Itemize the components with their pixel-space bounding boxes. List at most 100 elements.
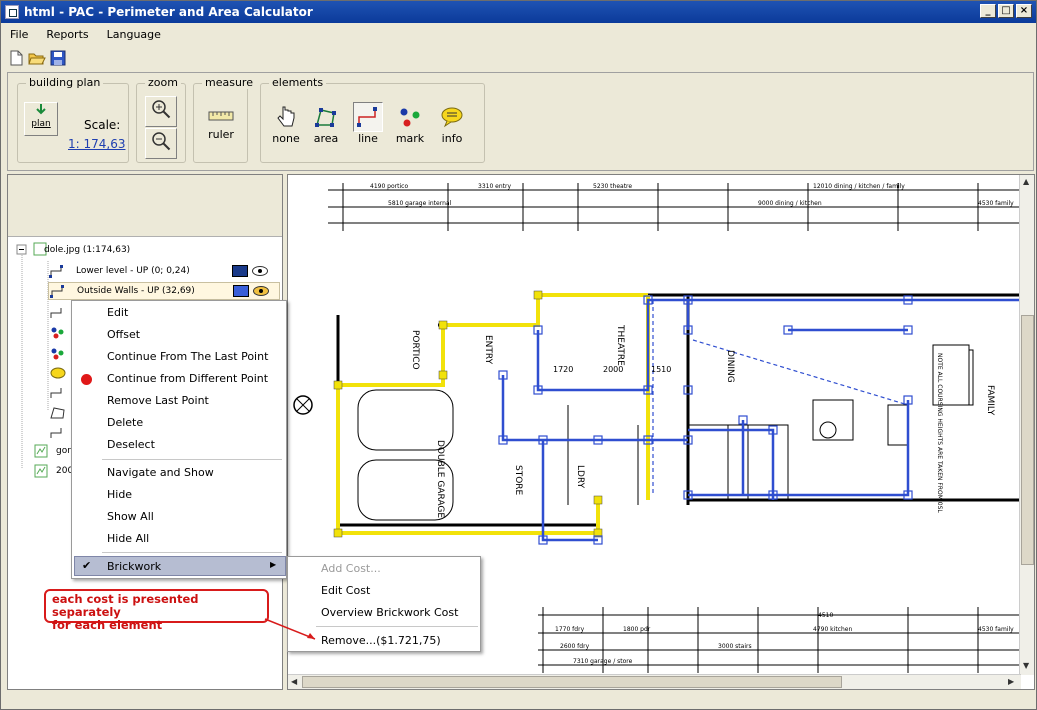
none-tool-button[interactable]: none: [267, 102, 305, 145]
callout-line-1: each cost is presented separately: [52, 592, 199, 619]
zoom-in-button[interactable]: [145, 96, 177, 127]
group-zoom: zoom: [136, 76, 186, 163]
tree-item-200[interactable]: 200: [34, 464, 73, 478]
room-label: STORE: [513, 465, 523, 496]
menu-item-deselect[interactable]: Deselect: [107, 438, 155, 451]
room-label: DOUBLE GARAGE: [435, 440, 445, 518]
menu-item-remove-last-point[interactable]: Remove Last Point: [107, 394, 209, 407]
panel-header-area: [8, 175, 282, 237]
room-label: PORTICO: [410, 330, 420, 370]
submenu-arrow-icon: ▶: [270, 560, 277, 569]
dim-label: 1800 pdr: [623, 626, 651, 633]
room-label: LDRY: [575, 465, 585, 489]
visibility-eye-icon[interactable]: [252, 266, 268, 276]
menu-item-delete[interactable]: Delete: [107, 416, 143, 429]
submenu-item-edit-cost[interactable]: Edit Cost: [321, 584, 370, 597]
vertical-scroll-thumb[interactable]: [1021, 315, 1034, 565]
tree-item-label: gor: [56, 446, 71, 456]
dim-label: 4530 family: [978, 626, 1014, 633]
open-folder-icon[interactable]: [28, 49, 46, 67]
info-tool-button[interactable]: info: [433, 102, 471, 145]
tree-item-lower-level[interactable]: Lower level - UP (0; 0,24): [48, 263, 278, 279]
color-swatch[interactable]: [233, 285, 249, 297]
dim-label: 5230 theatre: [593, 183, 632, 190]
line-tool-button[interactable]: line: [349, 102, 387, 145]
menu-item-hide[interactable]: Hide: [107, 488, 132, 501]
menu-separator: [316, 626, 478, 627]
group-title: measure: [202, 76, 256, 89]
room-label: FAMILY: [985, 385, 995, 416]
menu-item-offset[interactable]: Offset: [107, 328, 140, 341]
scroll-left-icon[interactable]: ◀: [291, 677, 297, 686]
line-polyline-icon: [357, 107, 377, 127]
window-title: html - PAC - Perimeter and Area Calculat…: [24, 5, 313, 19]
group-elements: elements none area line mark info: [260, 76, 485, 163]
dim-label: 3310 entry: [478, 183, 511, 190]
close-button[interactable]: ×: [1016, 4, 1032, 18]
vertical-scrollbar[interactable]: ▲ ▼: [1019, 175, 1034, 675]
dim-label: 2600 fdry: [560, 643, 590, 650]
line-element-icon: [50, 285, 64, 298]
submenu-item-remove-cost[interactable]: Remove...($1.721,75): [321, 634, 441, 647]
menu-separator: [102, 459, 282, 460]
submenu-item-overview-cost[interactable]: Overview Brickwork Cost: [321, 606, 458, 619]
ruler-label: ruler: [208, 128, 234, 141]
menu-reports[interactable]: Reports: [37, 28, 97, 41]
color-swatch[interactable]: [232, 265, 248, 277]
scroll-down-icon[interactable]: ▼: [1023, 661, 1029, 670]
dim-label: 7310 garage / store: [573, 658, 633, 665]
group-title: building plan: [26, 76, 104, 89]
menu-item-hide-all[interactable]: Hide All: [107, 532, 149, 545]
save-icon[interactable]: [49, 49, 67, 67]
scroll-up-icon[interactable]: ▲: [1023, 177, 1029, 186]
menu-item-navigate-show[interactable]: Navigate and Show: [107, 466, 214, 479]
minimize-button[interactable]: _: [980, 4, 996, 18]
title-bar[interactable]: html - PAC - Perimeter and Area Calculat…: [1, 1, 1036, 23]
submenu-item-add-cost: Add Cost...: [321, 562, 381, 575]
line-element-icon: [49, 265, 63, 278]
menu-item-edit[interactable]: Edit: [107, 306, 128, 319]
zoom-out-button[interactable]: [145, 128, 177, 159]
ruler-icon: [208, 111, 234, 121]
horizontal-scroll-thumb[interactable]: [302, 676, 842, 688]
dim-label: 4510: [818, 612, 833, 619]
horizontal-scrollbar[interactable]: ◀ ▶: [288, 674, 1021, 689]
dim-label: 2000: [603, 365, 623, 374]
dim-label: 3000 stairs: [718, 643, 752, 650]
tree-item-label: Lower level - UP (0; 0,24): [76, 266, 190, 276]
app-icon: [5, 5, 19, 19]
new-file-icon[interactable]: [7, 49, 25, 67]
menu-item-continue-different[interactable]: Continue from Different Point: [107, 372, 268, 385]
menu-item-continue-last[interactable]: Continue From The Last Point: [107, 350, 268, 363]
group-measure: measure ruler: [193, 76, 256, 163]
plan-label: plan: [31, 119, 51, 129]
plan-button[interactable]: plan: [24, 102, 58, 136]
scale-value-link[interactable]: 1: 174,63: [68, 137, 125, 151]
plan-file-icon: [34, 444, 48, 458]
visibility-eye-icon[interactable]: [253, 286, 269, 296]
plan-file-icon: [34, 464, 48, 478]
dim-label: 4190 portico: [370, 183, 408, 190]
mark-tool-button[interactable]: mark: [391, 102, 429, 145]
area-label: area: [313, 132, 339, 145]
menu-separator: [102, 552, 282, 553]
room-label: DINING: [725, 350, 735, 383]
zoom-in-icon: [152, 100, 171, 119]
menu-file[interactable]: File: [1, 28, 37, 41]
context-menu-highlight: [74, 556, 286, 576]
tree-item-gor[interactable]: gor: [34, 444, 71, 458]
menu-language[interactable]: Language: [98, 28, 170, 41]
dim-label: 1720: [553, 365, 573, 374]
callout-line-2: for each element: [52, 618, 163, 632]
tree-root[interactable]: dole.jpg (1:174,63): [44, 245, 130, 255]
area-polygon-icon: [315, 108, 336, 127]
maximize-button[interactable]: □: [998, 4, 1014, 18]
ribbon: building plan plan Scale: 1: 174,63 zoom…: [7, 72, 1034, 171]
tree-item-outside-walls[interactable]: Outside Walls - UP (32,69): [48, 282, 280, 300]
area-tool-button[interactable]: area: [307, 102, 345, 145]
menu-item-brickwork[interactable]: Brickwork: [107, 560, 161, 573]
dim-label: 12010 dining / kitchen / family: [813, 183, 905, 190]
scroll-right-icon[interactable]: ▶: [1008, 677, 1014, 686]
ruler-button[interactable]: ruler: [200, 104, 242, 141]
menu-item-show-all[interactable]: Show All: [107, 510, 154, 523]
